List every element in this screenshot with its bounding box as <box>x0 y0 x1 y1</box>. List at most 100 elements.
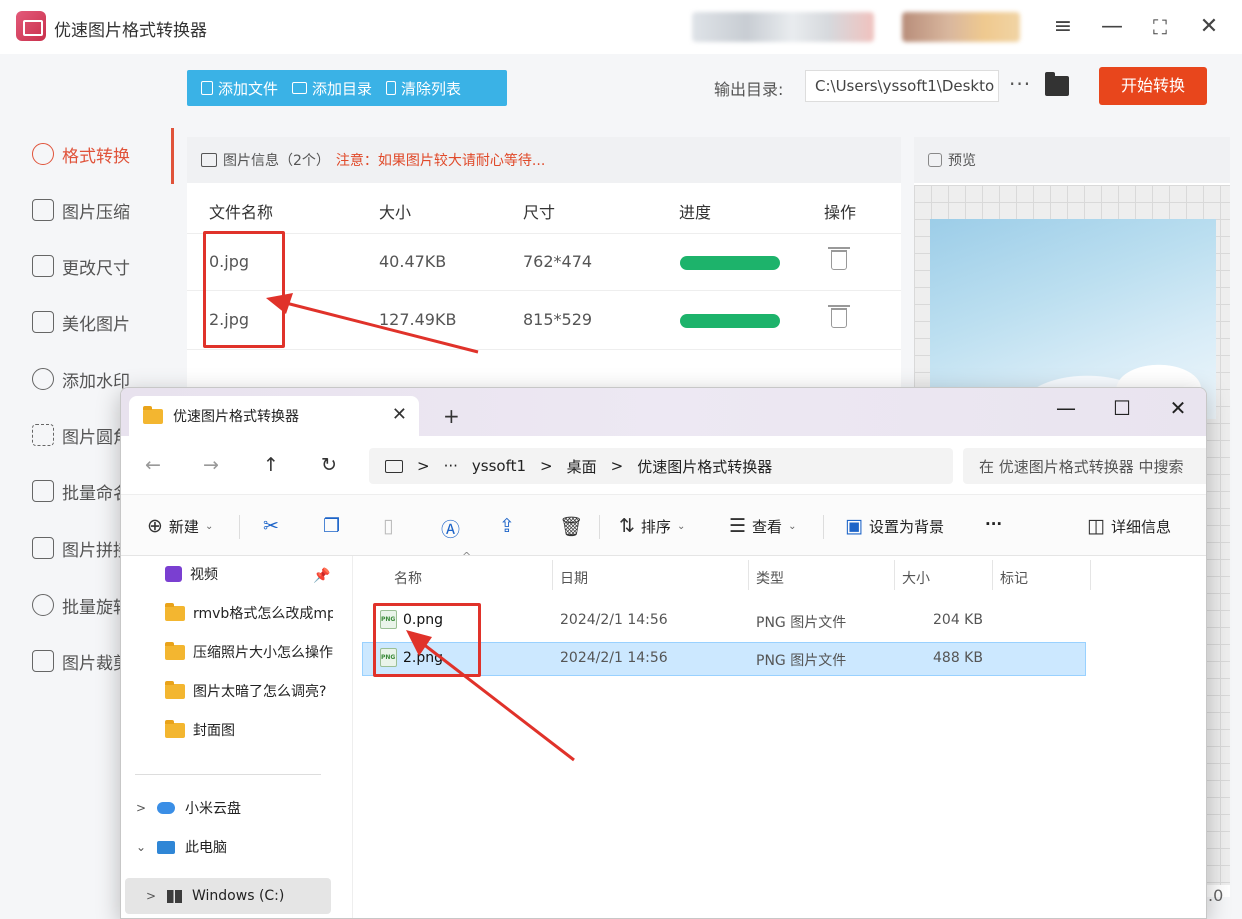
add-dir-button[interactable]: 添加目录 <box>278 78 372 99</box>
start-convert-button[interactable]: 开始转换 <box>1099 67 1207 105</box>
more-button[interactable]: ··· <box>985 515 1002 533</box>
minimize-button[interactable]: — <box>1098 13 1126 41</box>
up-arrow-icon[interactable]: ↑ <box>263 454 279 476</box>
chevron-right-icon[interactable]: > <box>145 889 157 903</box>
breadcrumb-yssoft1[interactable]: yssoft1 <box>472 457 526 475</box>
clear-list-button[interactable]: 清除列表 <box>372 78 461 99</box>
chevron-right-icon[interactable]: > <box>135 801 147 815</box>
sidebar-item-beautify[interactable]: 美化图片 <box>32 307 130 337</box>
chevron-down-icon[interactable]: ⌄ <box>135 840 147 854</box>
tree-item-xiaomi-cloud[interactable]: > 小米云盘 <box>135 796 241 820</box>
sidebar-item-watermark[interactable]: 添加水印 <box>32 364 130 394</box>
preview-label: 预览 <box>948 153 976 169</box>
search-input[interactable]: 在 优速图片格式转换器 中搜索 <box>963 448 1206 484</box>
details-button[interactable]: ◫ 详细信息 <box>1087 515 1171 537</box>
convert-icon <box>32 143 54 165</box>
more-label: ··· <box>985 515 1003 533</box>
delete-button[interactable]: 🗑 <box>559 515 583 538</box>
sort-icon: ⇅ <box>619 515 635 537</box>
tab-close-icon[interactable]: ✕ <box>392 404 407 425</box>
col-header-date[interactable]: 日期 <box>560 568 588 588</box>
sidebar-item-rename[interactable]: 批量命名 <box>32 476 130 506</box>
new-button[interactable]: ⊕ 新建 ⌄ <box>147 515 213 537</box>
explorer-navigation-pane: 视频 📌 rmvb格式怎么改成mp4 压缩照片大小怎么操作 图片太暗了怎么调亮?… <box>121 556 353 918</box>
set-background-button[interactable]: ▣ 设置为背景 <box>845 515 944 537</box>
sidebar-item-compress[interactable]: 图片压缩 <box>32 195 130 225</box>
separator <box>823 515 824 539</box>
monitor-icon <box>157 840 175 854</box>
cloud-icon <box>157 802 175 814</box>
sidebar-item-rotate[interactable]: 批量旋转 <box>32 590 130 620</box>
add-file-button[interactable]: 添加文件 <box>187 78 278 99</box>
file-row-selected[interactable]: 2.png 2024/2/1 14:56 PNG 图片文件 488 KB <box>362 642 1086 676</box>
address-bar[interactable]: > ··· yssoft1 > 桌面 > 优速图片格式转换器 <box>369 448 953 484</box>
sidebar-item-label: 添加水印 <box>62 371 130 392</box>
sidebar-item-resize[interactable]: 更改尺寸 <box>32 251 130 281</box>
table-row[interactable]: 0.jpg 40.47KB 762*474 <box>187 233 901 291</box>
chevron-down-icon: ⌄ <box>204 520 214 532</box>
pin-icon[interactable]: 📌 <box>313 568 330 584</box>
forward-arrow-icon[interactable]: → <box>203 454 219 476</box>
quick-access-item[interactable]: 压缩照片大小怎么操作 <box>165 640 333 664</box>
close-button[interactable]: ✕ <box>1163 396 1193 420</box>
table-row[interactable]: 2.jpg 127.49KB 815*529 <box>187 292 901 350</box>
back-arrow-icon[interactable]: ← <box>145 454 161 476</box>
paste-button[interactable]: ▯ <box>383 515 393 537</box>
trash-icon: 🗑 <box>559 516 584 538</box>
image-info-header: 图片信息（2个） 注意：如果图片较大请耐心等待... <box>187 137 901 183</box>
app-logo-icon <box>16 11 46 41</box>
close-button[interactable]: ✕ <box>1195 13 1223 41</box>
progress-bar <box>680 314 780 328</box>
minimize-button[interactable]: — <box>1051 396 1081 420</box>
new-tab-button[interactable]: + <box>443 404 460 428</box>
file-name-cell: 2.png <box>380 648 443 667</box>
sidebar-item-round-corner[interactable]: 图片圆角 <box>32 420 130 450</box>
round-corner-icon <box>32 424 54 446</box>
maximize-button[interactable]: ☐ <box>1107 396 1137 420</box>
view-button[interactable]: ☰ 查看 ⌄ <box>729 515 796 537</box>
folder-icon <box>165 719 185 738</box>
open-folder-icon[interactable] <box>1045 72 1069 96</box>
menu-icon[interactable]: ≡ <box>1049 13 1077 41</box>
tree-item-this-pc[interactable]: ⌄ 此电脑 <box>135 835 227 859</box>
folder-icon <box>143 405 163 424</box>
file-size: 488 KB <box>933 650 983 666</box>
breadcrumb-folder[interactable]: 优速图片格式转换器 <box>637 456 772 477</box>
col-header-tag[interactable]: 标记 <box>1000 568 1028 588</box>
sidebar-item-stitch[interactable]: 图片拼接 <box>32 533 130 563</box>
file-name: 0.jpg <box>209 252 250 271</box>
sidebar-item-crop[interactable]: 图片裁剪 <box>32 646 130 676</box>
quick-access-videos[interactable]: 视频 <box>165 562 333 586</box>
breadcrumb-desktop[interactable]: 桌面 <box>567 456 597 477</box>
more-options-button[interactable]: ··· <box>1009 72 1031 96</box>
cut-button[interactable]: ✂ <box>263 515 279 537</box>
breadcrumb-more[interactable]: ··· <box>444 457 458 475</box>
tree-item-windows-c[interactable]: > Windows (C:) <box>145 884 284 908</box>
share-button[interactable]: ⇪ <box>499 515 515 537</box>
share-icon: ⇪ <box>499 515 515 537</box>
tree-label: Windows (C:) <box>192 888 285 904</box>
col-header-type[interactable]: 类型 <box>756 568 784 588</box>
fullscreen-button[interactable]: ⛶ <box>1146 13 1174 41</box>
file-dims: 815*529 <box>523 310 593 329</box>
breadcrumb-separator: > <box>417 457 430 475</box>
file-size: 204 KB <box>933 612 983 628</box>
sidebar-item-format-convert[interactable]: 格式转换 <box>32 139 130 169</box>
rename-button[interactable]: Ⓐ <box>441 515 460 542</box>
sidebar-item-label: 格式转换 <box>62 146 130 167</box>
explorer-tab[interactable]: 优速图片格式转换器 ✕ <box>129 396 419 436</box>
output-dir-input[interactable]: C:\Users\yssoft1\Deskto <box>805 70 999 102</box>
delete-icon[interactable] <box>828 247 850 270</box>
delete-icon[interactable] <box>828 305 850 328</box>
copy-button[interactable]: ❐ <box>323 515 340 537</box>
sort-button[interactable]: ⇅ 排序 ⌄ <box>619 515 685 537</box>
quick-access-item[interactable]: 封面图 <box>165 718 333 742</box>
refresh-icon[interactable]: ↻ <box>321 454 337 476</box>
video-folder-icon <box>165 566 182 582</box>
col-header-name[interactable]: 名称 <box>394 568 422 588</box>
file-row[interactable]: 0.png 2024/2/1 14:56 PNG 图片文件 204 KB <box>362 604 1086 638</box>
quick-access-item[interactable]: 图片太暗了怎么调亮? <box>165 679 333 703</box>
col-header-size[interactable]: 大小 <box>902 568 930 588</box>
copy-icon: ❐ <box>323 515 341 537</box>
quick-access-item[interactable]: rmvb格式怎么改成mp4 <box>165 601 333 625</box>
